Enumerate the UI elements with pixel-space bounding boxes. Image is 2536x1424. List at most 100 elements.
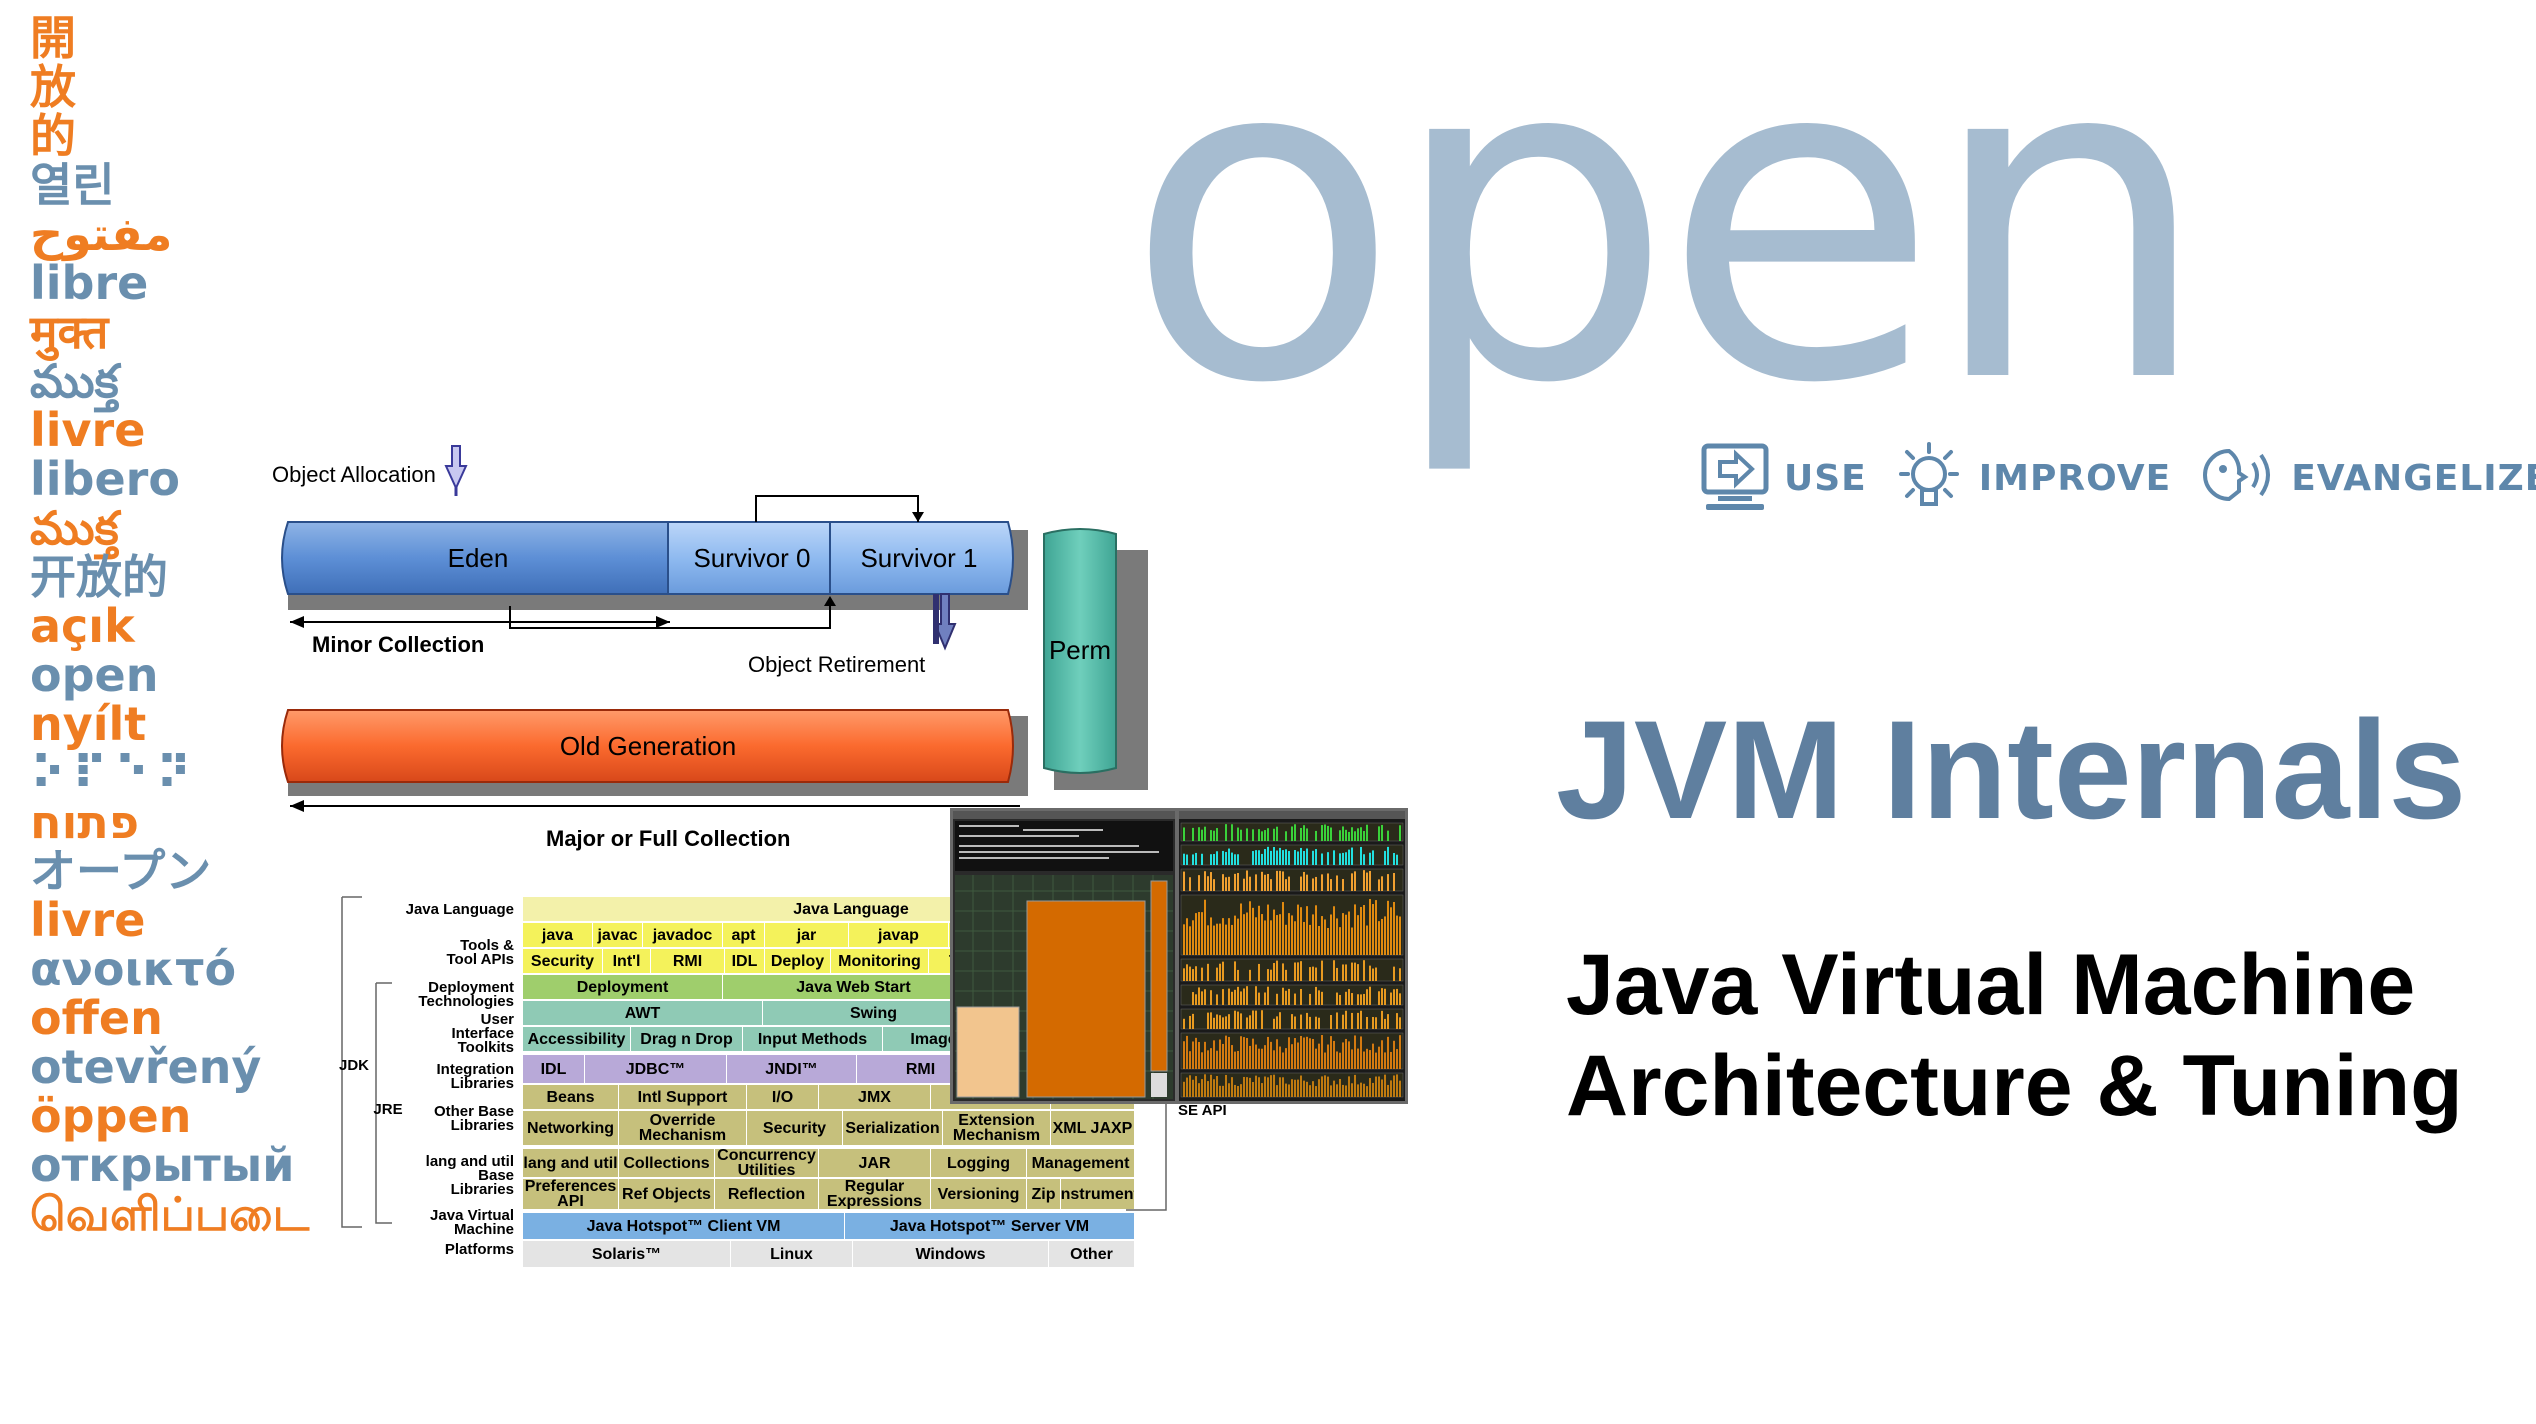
monitor-bar (1183, 968, 1185, 981)
monitor-bar (1399, 1035, 1401, 1069)
monitor-bar (1342, 1084, 1344, 1097)
monitor-bar (1246, 1077, 1248, 1097)
monitor-bar (1267, 986, 1269, 1005)
monitor-bar (1381, 1010, 1383, 1029)
monitor-bar (1378, 1076, 1380, 1097)
monitor-bar (1279, 1046, 1281, 1069)
monitor-bar (1393, 1040, 1395, 1069)
tool-cell: java (523, 923, 593, 947)
monitor-bar (1360, 906, 1362, 955)
monitor-bar (1300, 907, 1302, 955)
monitor-bar (1348, 1041, 1350, 1069)
monitor-bar (1219, 1015, 1221, 1029)
monitor-bar (1243, 878, 1245, 891)
monitor-bar (1267, 904, 1269, 955)
monitor-bar (1351, 962, 1353, 981)
monitor-bar (1339, 853, 1341, 865)
tool-cell: javadoc (643, 923, 723, 947)
monitor-bar (1258, 992, 1260, 1005)
monitor-bar (1399, 968, 1401, 981)
monitor-bar (1330, 1085, 1332, 1097)
monitor-bar (1390, 1051, 1392, 1069)
monitor-bar (1303, 1037, 1305, 1069)
monitor-bar (1186, 854, 1188, 865)
monitor-bar (1204, 1041, 1206, 1069)
open-word: otevřený (30, 1040, 262, 1094)
monitor-bar (1210, 1012, 1212, 1029)
monitor-bar (1393, 872, 1395, 891)
lang-util-cell: Concurrency Utilities (715, 1149, 819, 1177)
monitor-bar (1231, 824, 1233, 841)
monitor-bar (1288, 876, 1290, 891)
minor-collection-label: Minor Collection (312, 632, 485, 657)
monitor-bar (1285, 849, 1287, 865)
monitor-bar (1300, 827, 1302, 841)
monitor-bar (1225, 1035, 1227, 1069)
lang-util-cell: Collections (619, 1149, 715, 1177)
monitor-bar (1315, 1048, 1317, 1069)
lang-util-cell: JAR (819, 1149, 931, 1177)
monitor-bar (1381, 1040, 1383, 1069)
platform-cell: Solaris™ (523, 1241, 731, 1267)
monitor-bar (1270, 1041, 1272, 1069)
monitor-bar (1258, 850, 1260, 865)
monitor-bar (1387, 874, 1389, 891)
row-label-tools: Tools & Tool APIs (390, 938, 515, 967)
monitor-bar (1393, 1075, 1395, 1097)
monitor-bar (1360, 1036, 1362, 1069)
monitor-bar (1192, 1079, 1194, 1097)
monitor-bar (1195, 913, 1197, 955)
monitor-bar (1357, 915, 1359, 955)
monitor-bar (1276, 1039, 1278, 1069)
monitor-bar (1384, 1052, 1386, 1069)
monitor-bar (1318, 1043, 1320, 1069)
monitor-bar (1327, 927, 1329, 955)
monitor-bar (1354, 831, 1356, 841)
lang-util-cell: Zip (1027, 1179, 1061, 1209)
se-api-label: SE API (1178, 1103, 1238, 1119)
monitor-bar (1285, 1083, 1287, 1097)
monitor-bar (1342, 879, 1344, 891)
monitor-bar (1387, 1014, 1389, 1029)
monitor-bar (1186, 1035, 1188, 1069)
row-label-ui-toolkits: User Interface Toolkits (390, 1012, 514, 1056)
base-lib-cell: Override Mechanism (619, 1111, 747, 1145)
monitor-bar (1348, 831, 1350, 841)
monitor-bar (1216, 1050, 1218, 1069)
monitor-bar (1324, 1075, 1326, 1097)
monitor-bar (1357, 828, 1359, 841)
monitor-bar (1399, 1017, 1401, 1029)
open-word: வெளிப்படை (30, 1187, 310, 1241)
monitor-bar (1207, 963, 1209, 981)
monitor-bar (1336, 1051, 1338, 1069)
monitor-bar (1372, 1082, 1374, 1097)
monitor-bar (1210, 854, 1212, 865)
monitor-bar (1294, 962, 1296, 981)
monitor-bar (1345, 1038, 1347, 1069)
monitor-bar (1264, 1045, 1266, 1069)
monitor-bar (1330, 914, 1332, 955)
tool-api-cell: IDL (725, 949, 765, 973)
monitor-bar (1363, 905, 1365, 955)
monitor-bar (1273, 828, 1275, 841)
monitor-bar (1396, 915, 1398, 955)
subtitle-line-2: Architecture & Tuning (1566, 1038, 2463, 1134)
monitor-bar (1396, 854, 1398, 865)
monitor-bar (1246, 912, 1248, 955)
monitor-bar (1366, 1016, 1368, 1029)
monitor-bar (1363, 870, 1365, 891)
integration-cell: JNDI™ (727, 1055, 857, 1083)
monitor-bar (1243, 914, 1245, 955)
row-label-line: Toolkits (457, 1039, 514, 1056)
monitor-bar (1216, 967, 1218, 981)
monitor-bar (1270, 850, 1272, 865)
monitor-bar (1297, 1079, 1299, 1097)
monitor-bar (1297, 962, 1299, 981)
row-label-deployment: Deployment Technologies (390, 980, 514, 1010)
monitor-bar (1195, 966, 1197, 981)
monitor-bar (1273, 847, 1275, 865)
monitor-bar (1360, 1082, 1362, 1097)
tagline-improve: IMPROVE (1893, 440, 2171, 516)
monitor-bar (1363, 1083, 1365, 1097)
row-label-line: Technologies (418, 993, 514, 1010)
